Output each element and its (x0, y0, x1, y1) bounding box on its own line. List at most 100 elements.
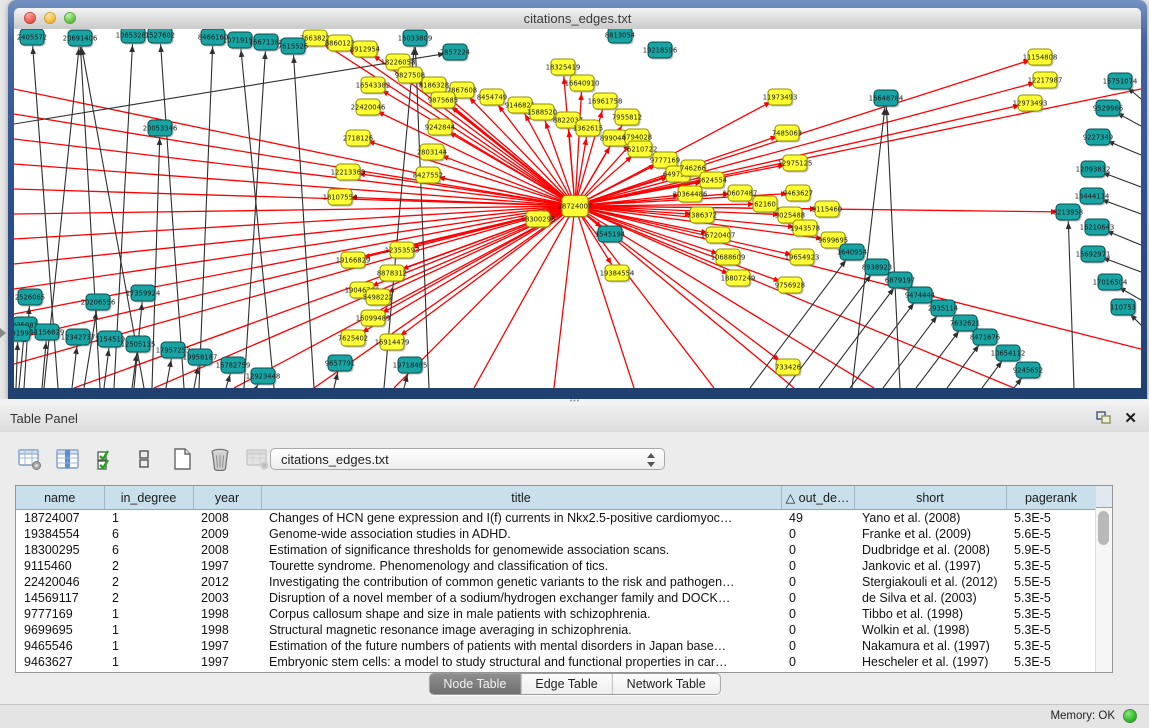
float-panel-icon[interactable] (1095, 410, 1113, 426)
network-node[interactable]: 16210643 (1080, 219, 1115, 237)
splitter-handle-icon[interactable]: ••• (569, 400, 581, 404)
network-node[interactable]: 12973493 (1013, 95, 1048, 113)
network-node[interactable]: 7615526 (278, 38, 308, 56)
network-node[interactable]: 3624554 (697, 172, 727, 190)
network-node[interactable]: 8912954 (350, 41, 380, 59)
network-node[interactable]: 2935114 (928, 300, 958, 318)
network-node[interactable]: 12217987 (1028, 72, 1063, 90)
network-node[interactable]: 12505135 (121, 336, 156, 354)
network-node[interactable]: 15692971 (1076, 246, 1111, 264)
network-node[interactable]: 16961758 (588, 93, 623, 111)
network-node[interactable]: 20053346 (143, 120, 178, 138)
network-node[interactable]: 9227349 (1083, 129, 1113, 147)
network-node[interactable]: 12353593 (385, 242, 420, 260)
memory-status-icon[interactable] (1123, 709, 1137, 723)
network-node[interactable]: 8938923 (862, 259, 892, 277)
network-node[interactable]: 16640910 (565, 75, 600, 93)
tab-network-table[interactable]: Network Table (613, 674, 720, 694)
network-node[interactable]: 8878312 (377, 265, 407, 283)
table-mode-icon[interactable] (16, 447, 43, 471)
network-node[interactable]: 20364486 (673, 186, 708, 204)
network-node[interactable]: 12342737 (61, 329, 96, 347)
network-node[interactable]: 9529966 (1093, 100, 1123, 118)
table-row[interactable]: 946362711997Embryonic stem cells: a mode… (16, 654, 1096, 670)
network-node[interactable]: 8427552 (413, 167, 443, 185)
network-node[interactable]: 9245652 (1013, 362, 1043, 380)
table-row[interactable]: 911546021997Tourette syndrome. Phenomeno… (16, 558, 1096, 574)
network-graph[interactable]: 1872400776638228860123891295418226058982… (14, 29, 1141, 388)
network-node[interactable]: 7955812 (612, 109, 642, 127)
delete-column-icon[interactable] (206, 447, 233, 471)
tab-edge-table[interactable]: Edge Table (521, 674, 612, 694)
network-node[interactable]: 10607487 (723, 185, 758, 203)
network-node[interactable]: 1943578 (790, 220, 820, 238)
network-node[interactable]: 1640954 (837, 244, 867, 262)
network-node[interactable]: 12213363 (331, 164, 366, 182)
network-node[interactable]: 5498222 (363, 289, 393, 307)
network-node[interactable]: 19718485 (393, 357, 428, 375)
table-row[interactable]: 977716911998Corpus callosum shape and si… (16, 606, 1096, 622)
network-node[interactable]: 20206556 (81, 294, 116, 312)
new-column-icon[interactable] (168, 447, 195, 471)
table-row[interactable]: 2242004622012Investigating the contribut… (16, 574, 1096, 590)
network-node[interactable]: 12093832 (1076, 161, 1111, 179)
network-node[interactable]: 16099489 (356, 310, 391, 328)
network-node[interactable]: 9242844 (425, 119, 455, 137)
close-panel-icon[interactable]: ✕ (1124, 409, 1137, 427)
network-node[interactable]: 19654923 (785, 249, 820, 267)
table-row[interactable]: 1830029562008Estimation of significance … (16, 542, 1096, 558)
network-node[interactable]: 2526065 (15, 289, 45, 307)
network-node[interactable]: 16543382 (356, 77, 391, 95)
network-node[interactable]: 20691406 (63, 30, 98, 48)
network-window-titlebar[interactable]: citations_edges.txt (14, 8, 1141, 30)
network-node[interactable]: 9463627 (783, 185, 813, 203)
scrollbar-thumb[interactable] (1098, 511, 1109, 545)
network-node[interactable]: 16648784 (869, 90, 904, 108)
row-height-icon[interactable] (130, 447, 157, 471)
network-node[interactable]: 22420046 (351, 99, 386, 117)
network-node[interactable]: 8454749 (477, 89, 507, 107)
network-node[interactable]: 2803144 (417, 144, 447, 162)
collapse-panel-arrow-icon[interactable] (0, 328, 6, 338)
network-node[interactable]: 18724007 (558, 196, 593, 219)
network-node[interactable]: 17016504 (1093, 274, 1128, 292)
network-node[interactable]: 19384554 (600, 265, 635, 283)
column-header-in_degree[interactable]: in_degree (104, 486, 193, 510)
network-node[interactable]: 16720407 (701, 227, 736, 245)
column-header-year[interactable]: year (193, 486, 261, 510)
table-row[interactable]: 1456911722003Disruption of a novel membe… (16, 590, 1096, 606)
network-node[interactable]: 7386372 (687, 207, 717, 225)
network-node[interactable]: 7625402 (338, 330, 368, 348)
network-node[interactable]: 11156829 (30, 324, 65, 342)
network-node[interactable]: 1527602 (145, 29, 175, 45)
network-node[interactable]: 19958187 (183, 349, 218, 367)
network-node[interactable]: 12975125 (778, 155, 813, 173)
network-node[interactable]: 8471676 (970, 329, 1000, 347)
network-node[interactable]: 1545194 (595, 226, 625, 244)
network-node[interactable]: 18107554 (323, 189, 358, 207)
table-row[interactable]: 969969511998Structural magnetic resonanc… (16, 622, 1096, 638)
network-node[interactable]: 18807249 (721, 270, 756, 288)
network-node[interactable]: 9115460 (812, 201, 842, 219)
network-node[interactable]: 17359924 (126, 285, 161, 303)
network-node[interactable]: 18325419 (546, 59, 581, 77)
table-vertical-scrollbar[interactable] (1095, 508, 1112, 672)
network-node[interactable]: 16033809 (398, 30, 433, 48)
network-node[interactable]: 110753 (1110, 299, 1136, 317)
network-node[interactable]: 9875685 (428, 92, 458, 110)
network-node[interactable]: 2718126 (343, 130, 373, 148)
network-node[interactable]: 19218596 (643, 42, 678, 60)
network-node[interactable]: 9474444 (905, 287, 935, 305)
column-header-short[interactable]: short (854, 486, 1006, 510)
network-node[interactable]: 1362615 (573, 120, 603, 138)
column-header-name[interactable]: name (16, 486, 104, 510)
network-node[interactable]: 16914479 (375, 334, 410, 352)
column-header-out_de[interactable]: △ out_de… (781, 486, 854, 510)
network-node[interactable]: 19166829 (336, 252, 371, 270)
network-node[interactable]: 8813054 (605, 29, 635, 45)
table-selector-dropdown[interactable]: citations_edges.txt (270, 448, 665, 470)
network-node[interactable]: 15751074 (1103, 73, 1138, 91)
network-canvas[interactable]: 1872400776638228860123891295418226058982… (14, 29, 1141, 388)
show-column-icon[interactable] (54, 447, 81, 471)
column-header-pagerank[interactable]: pagerank (1006, 486, 1096, 510)
